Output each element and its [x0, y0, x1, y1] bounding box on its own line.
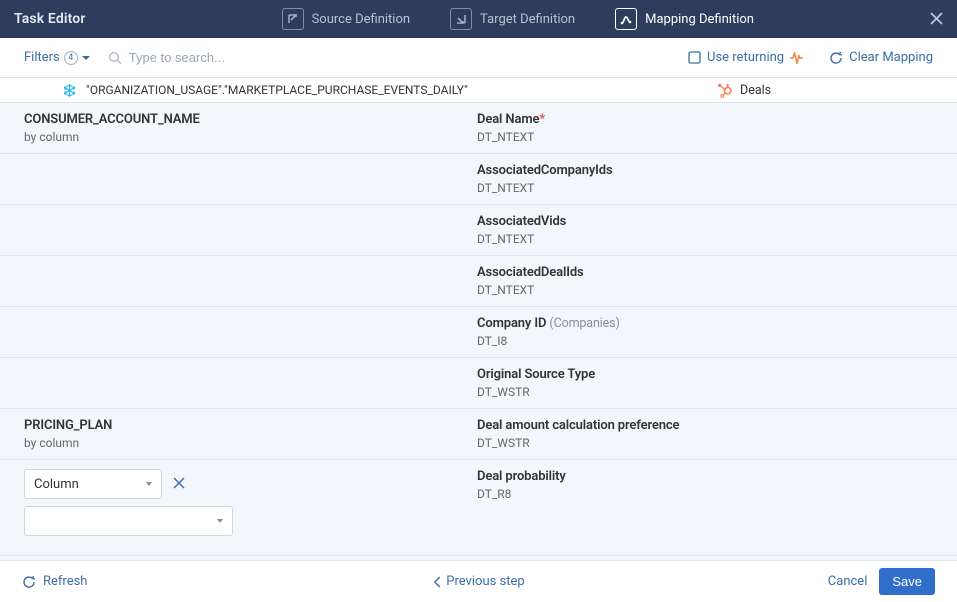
target-field-type: DT_WSTR	[477, 436, 947, 450]
use-returning-label: Use returning	[707, 50, 784, 65]
refresh-button[interactable]: Refresh	[22, 574, 87, 589]
use-returning-button[interactable]: Use returning	[688, 50, 803, 65]
target-field-name: Company ID (Companies)	[477, 316, 947, 331]
refresh-icon	[22, 575, 36, 589]
chevron-down-icon	[82, 56, 90, 60]
pulse-icon	[790, 52, 803, 64]
snowflake-icon	[62, 83, 77, 98]
target-path-text: Deals	[740, 83, 771, 98]
target-field-type: DT_NTEXT	[477, 130, 947, 144]
target-field-name: Deal Name*	[477, 112, 947, 127]
source-field-name: PRICING_PLAN	[24, 418, 453, 433]
refresh-label: Refresh	[43, 574, 87, 589]
column-select[interactable]	[24, 506, 233, 536]
target-field-name: Deal probability	[477, 469, 947, 484]
mapping-row[interactable]: Company ID (Companies) DT_I8	[0, 307, 957, 358]
chevron-down-icon	[146, 482, 152, 486]
target-field-type: DT_NTEXT	[477, 283, 947, 297]
target-field-type: DT_WSTR	[477, 385, 947, 399]
source-icon	[282, 8, 304, 30]
mapping-row-editing[interactable]: Column Deal probability DT_R8	[0, 460, 957, 556]
previous-label: Previous step	[446, 574, 524, 589]
mapping-icon	[615, 8, 637, 30]
target-field-name: AssociatedDealIds	[477, 265, 947, 280]
clear-mapping-x-icon[interactable]	[173, 475, 185, 493]
target-breadcrumb: Deals	[717, 82, 957, 98]
app-title: Task Editor	[14, 11, 86, 27]
target-field-name: Original Source Type	[477, 367, 947, 382]
target-field-type: DT_NTEXT	[477, 181, 947, 195]
select-value: Column	[34, 477, 79, 492]
source-target-row: "ORGANIZATION_USAGE"."MARKETPLACE_PURCHA…	[0, 78, 957, 103]
tab-label: Mapping Definition	[645, 12, 754, 27]
target-field-type: DT_NTEXT	[477, 232, 947, 246]
target-field-type: DT_R8	[477, 487, 947, 501]
mapping-row[interactable]: AssociatedCompanyIds DT_NTEXT	[0, 154, 957, 205]
header: Task Editor Source Definition Target Def…	[0, 0, 957, 38]
footer: Refresh Previous step Cancel Save	[0, 561, 957, 602]
source-field-sub: by column	[24, 436, 453, 450]
previous-step-button[interactable]: Previous step	[432, 574, 524, 589]
clear-mapping-label: Clear Mapping	[849, 50, 933, 65]
mapping-row[interactable]: CONSUMER_ACCOUNT_NAME by column Deal Nam…	[0, 103, 957, 154]
filters-count-badge: 4	[64, 51, 78, 65]
tab-label: Source Definition	[312, 12, 410, 27]
save-button[interactable]: Save	[879, 568, 935, 595]
source-field-name: CONSUMER_ACCOUNT_NAME	[24, 112, 453, 127]
toolbar-right: Use returning Clear Mapping	[688, 50, 933, 65]
cancel-button[interactable]: Cancel	[828, 574, 868, 589]
chevron-down-icon	[217, 519, 223, 523]
source-path-text: "ORGANIZATION_USAGE"."MARKETPLACE_PURCHA…	[86, 83, 468, 97]
tab-label: Target Definition	[480, 12, 575, 27]
target-field-name: AssociatedVids	[477, 214, 947, 229]
mapping-row[interactable]: AssociatedDealIds DT_NTEXT	[0, 256, 957, 307]
mapping-row[interactable]: Original Source Type DT_WSTR	[0, 358, 957, 409]
mapping-row[interactable]: PRICING_PLAN by column Deal amount calcu…	[0, 409, 957, 460]
chevron-left-icon	[432, 576, 441, 588]
target-field-name: AssociatedCompanyIds	[477, 163, 947, 178]
search-icon	[108, 51, 122, 65]
target-icon	[450, 8, 472, 30]
mapping-body[interactable]: CONSUMER_ACCOUNT_NAME by column Deal Nam…	[0, 103, 957, 561]
tab-mapping-definition[interactable]: Mapping Definition	[615, 8, 754, 30]
clear-mapping-button[interactable]: Clear Mapping	[829, 50, 933, 65]
filters-button[interactable]: Filters 4	[24, 50, 90, 65]
tab-target-definition[interactable]: Target Definition	[450, 8, 575, 30]
source-breadcrumb: "ORGANIZATION_USAGE"."MARKETPLACE_PURCHA…	[0, 83, 717, 98]
search-field	[108, 50, 688, 65]
tab-source-definition[interactable]: Source Definition	[282, 8, 410, 30]
header-tabs: Source Definition Target Definition Mapp…	[106, 8, 930, 30]
hubspot-icon	[717, 82, 733, 98]
target-field-type: DT_I8	[477, 334, 947, 348]
filters-label: Filters	[24, 50, 60, 65]
search-input[interactable]	[129, 50, 389, 65]
checkbox-icon	[688, 51, 701, 64]
target-field-name: Deal amount calculation preference	[477, 418, 947, 433]
close-icon[interactable]	[930, 9, 943, 30]
mapping-row[interactable]: AssociatedVids DT_NTEXT	[0, 205, 957, 256]
refresh-icon	[829, 51, 843, 65]
mapping-type-select[interactable]: Column	[24, 469, 162, 499]
toolbar: Filters 4 Use returning Clear Mapping	[0, 38, 957, 78]
source-field-sub: by column	[24, 130, 453, 144]
